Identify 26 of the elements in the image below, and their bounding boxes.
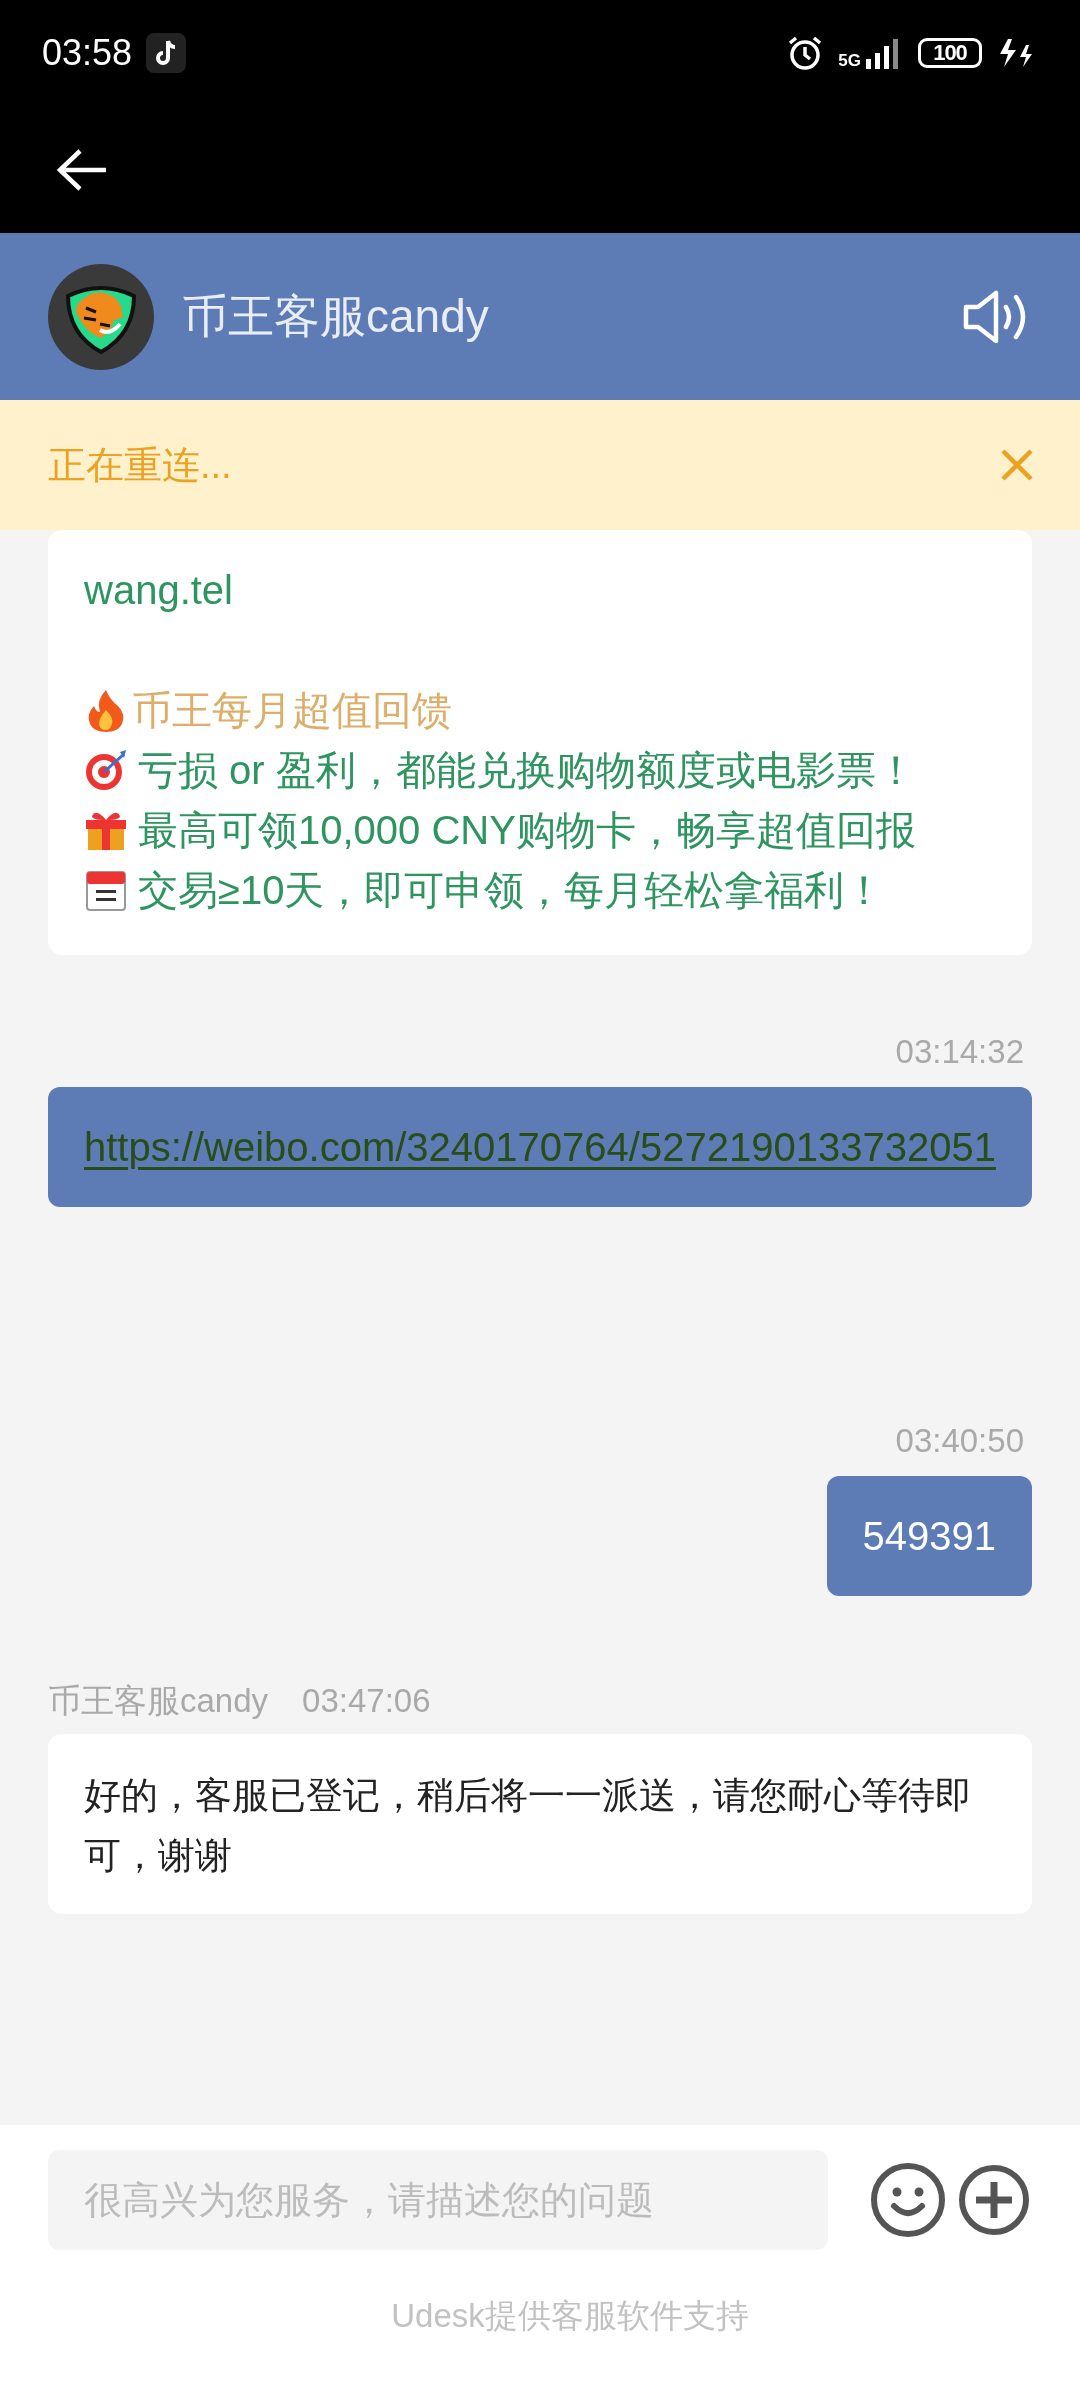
plus-icon[interactable] <box>958 2164 1030 2236</box>
promo-heading: 币王每月超值回馈 <box>132 687 452 734</box>
sender-name: 币王客服candy <box>48 1681 269 1721</box>
powered-by-text: Udesk提供客服软件支持 <box>390 2296 750 2336</box>
domain-link[interactable]: wang.tel <box>84 560 233 620</box>
target-icon <box>84 748 128 792</box>
promo-text: 亏损 or 盈利，都能兑换购物额度或电影票！ <box>138 747 916 794</box>
link-message-bubble[interactable]: https://weibo.com/3240170764/5272190133732051 <box>48 1087 1032 1207</box>
calendar-icon <box>84 868 128 912</box>
reconnecting-notice: 正在重连... <box>48 442 233 488</box>
back-arrow-icon[interactable] <box>56 147 108 192</box>
message-bubble: 好的，客服已登记，稍后将一一派送，请您耐心等待即可，谢谢 <box>48 1734 1032 1914</box>
message-input-field[interactable]: 很高兴为您服务，请描述您的问题 <box>48 2150 828 2250</box>
message-time: 03:40:50 <box>894 1421 1024 1461</box>
smiley-icon[interactable] <box>870 2162 946 2238</box>
music-note-app-icon <box>146 33 187 73</box>
promo-text: 最高可领10,000 CNY购物卡，畅享超值回报 <box>138 807 916 854</box>
battery-level: 100 <box>918 38 982 68</box>
message-bubble: 549391 <box>826 1476 1032 1596</box>
network-label: 5G <box>838 52 861 69</box>
message-time: 03:14:32 <box>894 1032 1024 1072</box>
shield-avatar-icon <box>48 263 154 370</box>
promo-text: 交易≥10天，即可申领，每月轻松拿福利！ <box>138 867 885 914</box>
clock-time: 03:58 <box>42 32 133 74</box>
chat-title: 币王客服candy <box>182 288 490 344</box>
message-time: 03:47:06 <box>302 1681 431 1721</box>
